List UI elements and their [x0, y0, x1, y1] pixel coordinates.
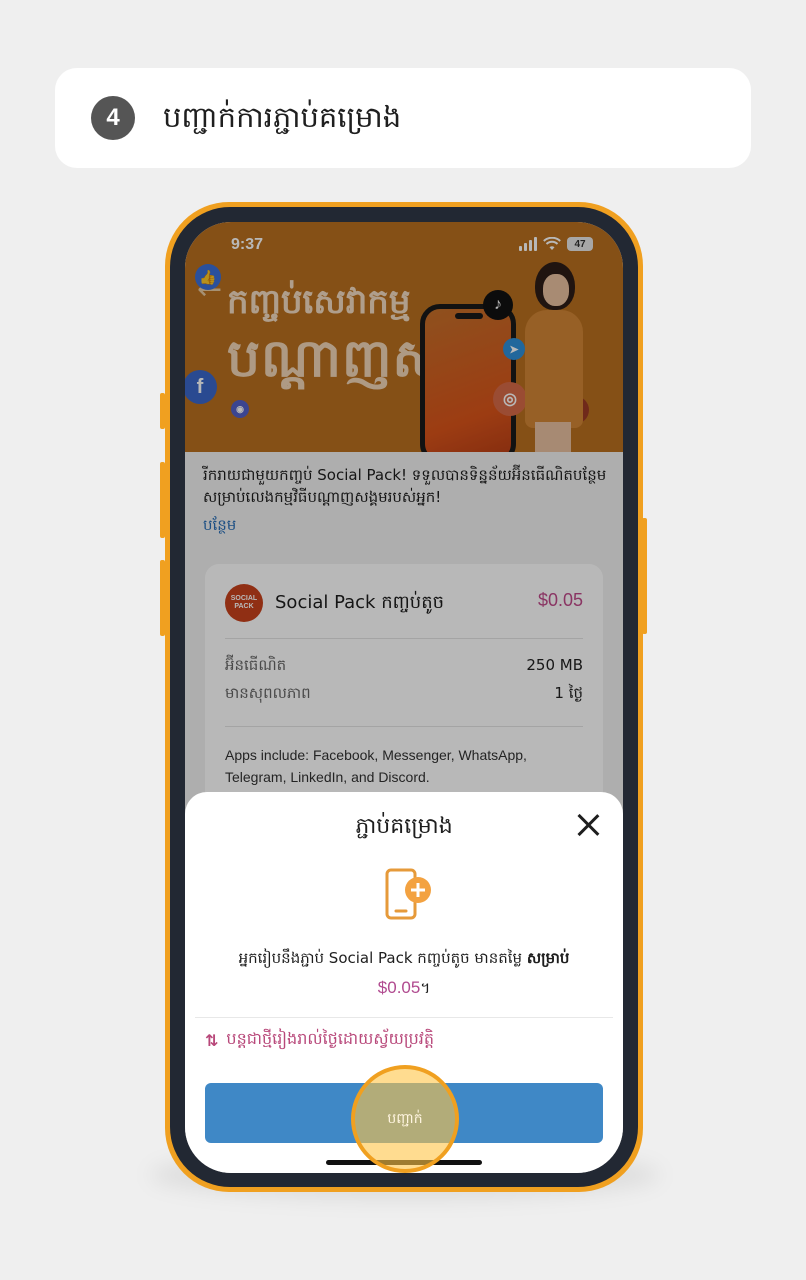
volume-up-button: [160, 462, 165, 538]
sheet-message-bold: សម្រាប់: [526, 949, 570, 967]
volume-down-button: [160, 560, 165, 636]
confirm-sheet: ភ្ជាប់គម្រោង អ្នករៀបនឹងភ្ជាប់ Social Pac…: [185, 792, 623, 1173]
sheet-price: $0.05: [377, 978, 421, 997]
tap-highlight: បញ្ជាក់: [351, 1065, 459, 1173]
close-icon[interactable]: [575, 812, 601, 838]
add-phone-icon: [385, 868, 431, 920]
sheet-divider: [195, 1017, 613, 1018]
sheet-title: ភ្ជាប់គម្រោង: [355, 814, 453, 839]
step-number: 4: [91, 96, 135, 140]
auto-renew-label: បន្តជាថ្មីរៀងរាល់ថ្ងៃដោយស្វ័យប្រវត្តិ: [226, 1029, 434, 1048]
auto-renew-row: ⇅ បន្តជាថ្មីរៀងរាល់ថ្ងៃដោយស្វ័យប្រវត្តិ: [205, 1028, 434, 1052]
confirm-button-label[interactable]: បញ្ជាក់: [387, 1109, 422, 1130]
power-button: [642, 518, 647, 634]
renew-icon: ⇅: [205, 1030, 219, 1050]
step-title: បញ្ជាក់ការភ្ជាប់គម្រោង: [163, 100, 402, 134]
phone-screen: 9:37 47 ← កញ្ចប់សេវាកម្ម បណ្តាញសង្គម 👍 f…: [185, 222, 623, 1173]
sheet-message-text: អ្នករៀបនឹងភ្ជាប់ Social Pack កញ្ចប់តូច ម…: [238, 949, 527, 967]
sheet-message: អ្នករៀបនឹងភ្ជាប់ Social Pack កញ្ចប់តូច ម…: [195, 944, 613, 1003]
step-card: 4 បញ្ជាក់ការភ្ជាប់គម្រោង: [55, 68, 751, 168]
sheet-price-suffix: ។: [420, 979, 431, 997]
mute-switch: [160, 393, 165, 429]
